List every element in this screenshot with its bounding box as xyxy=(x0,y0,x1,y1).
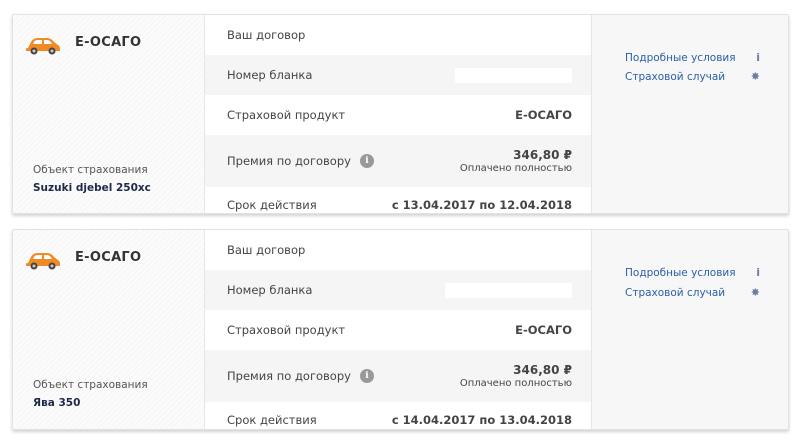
premium-label: Премия по договору xyxy=(227,154,351,168)
policy-card: Е-ОСАГО Объект страхования Suzuki djebel… xyxy=(12,14,789,214)
premium-row: Премия по договору i 346,80 ₽ Оплачено п… xyxy=(205,350,591,402)
blank-number-label: Номер бланка xyxy=(227,283,313,297)
premium-amount: 346,80 ₽ xyxy=(513,148,572,162)
term-row: Срок действия с 13.04.2017 по 12.04.2018 xyxy=(205,187,591,213)
product-value: Е-ОСАГО xyxy=(515,108,572,122)
details-link[interactable]: Подробные условия xyxy=(625,52,736,64)
info-icon[interactable]: i xyxy=(359,369,374,383)
payment-status: Оплачено полностью xyxy=(459,378,572,389)
details-link[interactable]: Подробные условия xyxy=(625,267,736,279)
premium-label: Премия по договору xyxy=(227,369,351,383)
blank-number-label: Номер бланка xyxy=(227,68,313,82)
info-small-icon: i xyxy=(756,266,760,279)
contract-number-redacted xyxy=(487,242,572,258)
policy-card: Е-ОСАГО Объект страхования Ява 350 Ваш д… xyxy=(12,229,789,430)
term-label: Срок действия xyxy=(227,413,317,427)
details-link-row[interactable]: Подробные условия i xyxy=(625,266,760,279)
claim-link-row[interactable]: Страховой случай ✸ xyxy=(625,70,760,83)
blank-number-redacted xyxy=(455,67,572,83)
blank-number-row: Номер бланка xyxy=(205,270,591,310)
policy-summary: Е-ОСАГО Объект страхования Ява 350 xyxy=(13,230,205,429)
contract-label: Ваш договор xyxy=(227,243,306,257)
product-label: Страховой продукт xyxy=(227,108,346,122)
term-value: с 14.04.2017 по 13.04.2018 xyxy=(391,413,572,427)
claim-link[interactable]: Страховой случай xyxy=(625,287,725,299)
policy-actions: Подробные условия i Страховой случай ✸ xyxy=(592,230,788,429)
product-title: Е-ОСАГО xyxy=(75,250,142,265)
term-value: с 13.04.2017 по 12.04.2018 xyxy=(391,198,572,212)
insured-object-value: Suzuki djebel 250xc xyxy=(33,182,151,194)
contract-row: Ваш договор xyxy=(205,230,591,270)
product-label: Страховой продукт xyxy=(227,323,346,337)
insured-object-value: Ява 350 xyxy=(33,397,81,409)
term-label: Срок действия xyxy=(227,198,317,212)
premium-row: Премия по договору i 346,80 ₽ Оплачено п… xyxy=(205,135,591,187)
premium-amount: 346,80 ₽ xyxy=(513,363,572,377)
product-row: Страховой продукт Е-ОСАГО xyxy=(205,95,591,135)
details-link-row[interactable]: Подробные условия i xyxy=(625,51,760,64)
payment-status: Оплачено полностью xyxy=(459,163,572,174)
policy-summary: Е-ОСАГО Объект страхования Suzuki djebel… xyxy=(13,15,205,213)
product-value: Е-ОСАГО xyxy=(515,323,572,337)
car-icon xyxy=(26,38,60,55)
claim-link[interactable]: Страховой случай xyxy=(625,71,725,83)
contract-number-redacted xyxy=(487,27,572,43)
flame-icon: ✸ xyxy=(750,70,760,83)
flame-icon: ✸ xyxy=(750,286,760,299)
blank-number-row: Номер бланка xyxy=(205,55,591,95)
claim-link-row[interactable]: Страховой случай ✸ xyxy=(625,286,760,299)
contract-row: Ваш договор xyxy=(205,15,591,55)
contract-label: Ваш договор xyxy=(227,28,306,42)
product-row: Страховой продукт Е-ОСАГО xyxy=(205,310,591,350)
insured-object-label: Объект страхования xyxy=(33,164,148,176)
insured-object-label: Объект страхования xyxy=(33,379,148,391)
car-icon xyxy=(26,253,60,270)
blank-number-redacted xyxy=(445,282,572,298)
info-small-icon: i xyxy=(756,51,760,64)
policy-details: Ваш договор Номер бланка Страховой проду… xyxy=(205,230,592,429)
term-row: Срок действия с 14.04.2017 по 13.04.2018 xyxy=(205,402,591,429)
policy-details: Ваш договор Номер бланка Страховой проду… xyxy=(205,15,592,213)
product-title: Е-ОСАГО xyxy=(75,35,142,50)
info-icon[interactable]: i xyxy=(359,154,374,168)
policy-actions: Подробные условия i Страховой случай ✸ xyxy=(592,15,788,213)
